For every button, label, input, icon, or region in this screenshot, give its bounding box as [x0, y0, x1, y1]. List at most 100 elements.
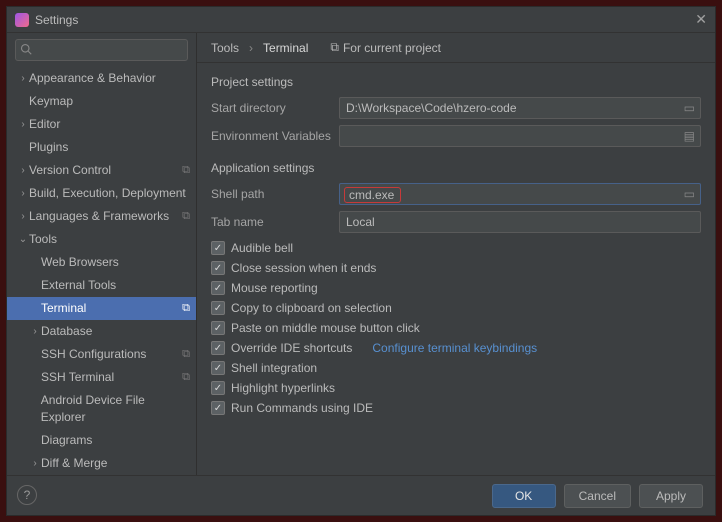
env-vars-label: Environment Variables — [211, 129, 339, 143]
sidebar-item-diff-merge[interactable]: ›Diff & Merge — [7, 452, 196, 475]
sidebar-item-label: Build, Execution, Deployment — [29, 185, 186, 202]
chevron-icon: › — [17, 162, 29, 179]
env-vars-row: Environment Variables ▤ — [211, 125, 701, 147]
chevron-icon: › — [17, 208, 29, 225]
sidebar-item-android-device-file-explorer[interactable]: Android Device File Explorer — [7, 389, 196, 429]
sidebar-item-label: Plugins — [29, 139, 68, 156]
help-button[interactable]: ? — [17, 485, 37, 505]
dialog-footer: OK Cancel Apply — [7, 475, 715, 515]
search-container — [15, 39, 188, 61]
shell-path-label: Shell path — [211, 187, 339, 201]
settings-pane: Project settings Start directory ▭ Envir… — [197, 63, 715, 475]
sidebar-item-label: Android Device File Explorer — [41, 392, 190, 426]
folder-icon[interactable]: ▭ — [684, 187, 695, 201]
sidebar-item-label: Database — [41, 323, 92, 340]
start-directory-input[interactable] — [346, 101, 678, 115]
project-scope-icon: ⧉ — [182, 369, 190, 386]
checkbox-label: Copy to clipboard on selection — [231, 301, 392, 315]
for-current-project: ⧉ For current project — [330, 40, 441, 55]
sidebar-item-label: Web Browsers — [41, 254, 119, 271]
checkbox-row-copy-to-clipboard-on-selection: ✓ Copy to clipboard on selection — [211, 301, 701, 315]
tab-name-field[interactable] — [339, 211, 701, 233]
sidebar-item-label: Languages & Frameworks — [29, 208, 169, 225]
checkbox-row-shell-integration: ✓Shell integration — [211, 361, 701, 375]
tab-name-input[interactable] — [346, 215, 678, 229]
project-scope-icon: ⧉ — [182, 346, 190, 363]
start-directory-field[interactable]: ▭ — [339, 97, 701, 119]
sidebar-item-ssh-configurations[interactable]: SSH Configurations ⧉ — [7, 343, 196, 366]
sidebar-item-version-control[interactable]: ›Version Control⧉ — [7, 159, 196, 182]
sidebar-item-tools[interactable]: ⌄Tools — [7, 228, 196, 251]
checkbox[interactable]: ✓ — [211, 241, 225, 255]
app-logo-icon — [15, 13, 29, 27]
sidebar-item-plugins[interactable]: Plugins — [7, 136, 196, 159]
apply-button[interactable]: Apply — [639, 484, 703, 508]
sidebar-item-diagrams[interactable]: Diagrams — [7, 429, 196, 452]
folder-icon[interactable]: ▭ — [684, 101, 695, 115]
cancel-button[interactable]: Cancel — [564, 484, 631, 508]
chevron-right-icon: › — [249, 41, 253, 55]
checkbox[interactable]: ✓ — [211, 301, 225, 315]
env-vars-input[interactable] — [346, 129, 678, 143]
sidebar-item-label: SSH Configurations — [41, 346, 146, 363]
sidebar-item-label: Appearance & Behavior — [29, 70, 156, 87]
chevron-icon: › — [29, 455, 41, 472]
chevron-icon: › — [29, 323, 41, 340]
checkbox[interactable]: ✓ — [211, 401, 225, 415]
checkbox-label: Run Commands using IDE — [231, 401, 373, 415]
checkbox-row-highlight-hyperlinks: ✓Highlight hyperlinks — [211, 381, 701, 395]
sidebar-item-database[interactable]: ›Database — [7, 320, 196, 343]
crumb-terminal: Terminal — [263, 41, 308, 55]
start-directory-label: Start directory — [211, 101, 339, 115]
sidebar-item-label: Diagrams — [41, 432, 92, 449]
shell-path-field[interactable]: cmd.exe ▭ — [339, 183, 701, 205]
search-input[interactable] — [15, 39, 188, 61]
chevron-icon: › — [17, 185, 29, 202]
sidebar-item-label: Keymap — [29, 93, 73, 110]
ok-button[interactable]: OK — [492, 484, 556, 508]
sidebar-item-appearance-behavior[interactable]: ›Appearance & Behavior — [7, 67, 196, 90]
app-settings-heading: Application settings — [211, 161, 701, 175]
checkbox-row-paste-on-middle-mouse-button-click: ✓ Paste on middle mouse button click — [211, 321, 701, 335]
checkbox-row-override-ide-shortcuts: ✓Override IDE shortcutsConfigure termina… — [211, 341, 701, 355]
sidebar-item-label: SSH Terminal — [41, 369, 114, 386]
env-vars-field[interactable]: ▤ — [339, 125, 701, 147]
for-project-label: For current project — [343, 41, 441, 55]
sidebar-item-editor[interactable]: ›Editor — [7, 113, 196, 136]
sidebar-item-label: Terminal — [41, 300, 86, 317]
checkbox-label: Audible bell — [231, 241, 293, 255]
sidebar-item-terminal[interactable]: Terminal⧉ — [7, 297, 196, 320]
checkbox[interactable]: ✓ — [211, 381, 225, 395]
sidebar-item-web-browsers[interactable]: Web Browsers — [7, 251, 196, 274]
sidebar-item-label: Tools — [29, 231, 57, 248]
shell-path-value[interactable]: cmd.exe — [349, 188, 394, 202]
checkbox-row-run-commands-using-ide: ✓ Run Commands using IDE — [211, 401, 701, 415]
checkbox-label: Close session when it ends — [231, 261, 376, 275]
project-scope-icon: ⧉ — [182, 162, 190, 179]
sidebar-item-languages-frameworks[interactable]: ›Languages & Frameworks⧉ — [7, 205, 196, 228]
window-title: Settings — [35, 13, 78, 27]
crumb-tools[interactable]: Tools — [211, 41, 239, 55]
sidebar-item-label: Diff & Merge — [41, 455, 107, 472]
checkbox-label: Mouse reporting — [231, 281, 318, 295]
close-icon[interactable]: ✕ — [695, 11, 707, 28]
sidebar-item-ssh-terminal[interactable]: SSH Terminal ⧉ — [7, 366, 196, 389]
sidebar-item-build-execution-deployment[interactable]: ›Build, Execution, Deployment — [7, 182, 196, 205]
sidebar-item-keymap[interactable]: Keymap — [7, 90, 196, 113]
sidebar: ›Appearance & BehaviorKeymap›EditorPlugi… — [7, 33, 197, 475]
checkbox-group: ✓ Audible bell ✓ Close session when it ends… — [211, 241, 701, 415]
sidebar-item-label: External Tools — [41, 277, 116, 294]
checkbox[interactable]: ✓ — [211, 261, 225, 275]
chevron-icon: › — [17, 116, 29, 133]
checkbox[interactable]: ✓ — [211, 281, 225, 295]
tab-name-label: Tab name — [211, 215, 339, 229]
checkbox[interactable]: ✓ — [211, 341, 225, 355]
list-edit-icon[interactable]: ▤ — [684, 129, 695, 143]
project-settings-heading: Project settings — [211, 75, 701, 89]
title-bar: Settings ✕ — [7, 7, 715, 33]
sidebar-item-external-tools[interactable]: External Tools — [7, 274, 196, 297]
checkbox[interactable]: ✓ — [211, 361, 225, 375]
checkbox-label: Paste on middle mouse button click — [231, 321, 420, 335]
configure-keybindings-link[interactable]: Configure terminal keybindings — [372, 341, 537, 355]
checkbox[interactable]: ✓ — [211, 321, 225, 335]
